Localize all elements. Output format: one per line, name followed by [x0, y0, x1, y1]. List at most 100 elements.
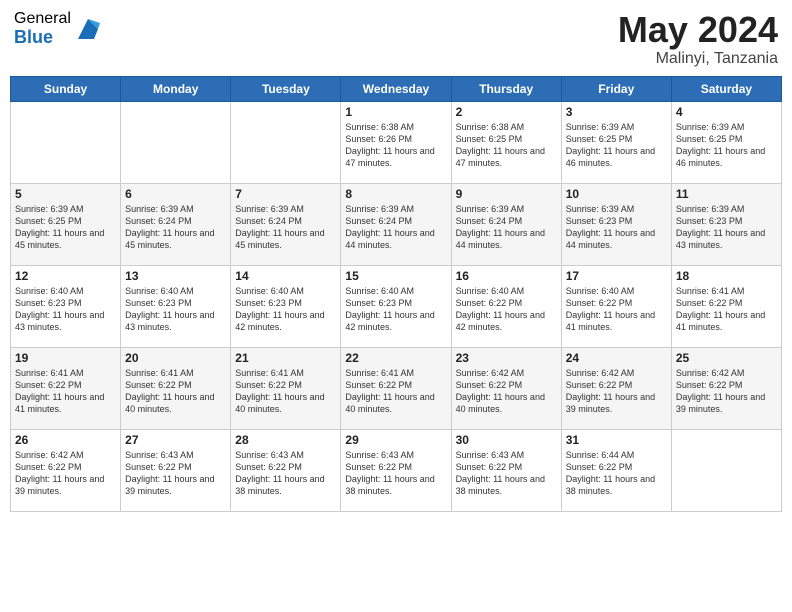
- cell-info: Sunrise: 6:39 AM Sunset: 6:24 PM Dayligh…: [125, 203, 226, 252]
- cell-info: Sunrise: 6:41 AM Sunset: 6:22 PM Dayligh…: [235, 367, 336, 416]
- day-number: 25: [676, 351, 777, 365]
- cal-cell: 5 Sunrise: 6:39 AM Sunset: 6:25 PM Daylig…: [11, 183, 121, 265]
- day-number: 1: [345, 105, 446, 119]
- day-number: 26: [15, 433, 116, 447]
- cell-info: Sunrise: 6:40 AM Sunset: 6:22 PM Dayligh…: [456, 285, 557, 334]
- day-number: 18: [676, 269, 777, 283]
- week-row-2: 12 Sunrise: 6:40 AM Sunset: 6:23 PM Dayli…: [11, 265, 782, 347]
- cal-cell: [121, 101, 231, 183]
- day-number: 23: [456, 351, 557, 365]
- cal-cell: 2 Sunrise: 6:38 AM Sunset: 6:25 PM Daylig…: [451, 101, 561, 183]
- cell-info: Sunrise: 6:40 AM Sunset: 6:23 PM Dayligh…: [15, 285, 116, 334]
- title-block: May 2024 Malinyi, Tanzania: [618, 10, 778, 68]
- day-number: 19: [15, 351, 116, 365]
- day-number: 2: [456, 105, 557, 119]
- cell-info: Sunrise: 6:43 AM Sunset: 6:22 PM Dayligh…: [456, 449, 557, 498]
- logo-general: General: [14, 10, 71, 28]
- cell-info: Sunrise: 6:39 AM Sunset: 6:23 PM Dayligh…: [566, 203, 667, 252]
- cal-cell: 31 Sunrise: 6:44 AM Sunset: 6:22 PM Dayli…: [561, 429, 671, 511]
- cal-cell: 26 Sunrise: 6:42 AM Sunset: 6:22 PM Dayli…: [11, 429, 121, 511]
- cell-info: Sunrise: 6:38 AM Sunset: 6:25 PM Dayligh…: [456, 121, 557, 170]
- header-monday: Monday: [121, 76, 231, 101]
- cal-cell: 24Sunrise: 6:42 AM Sunset: 6:22 PM Dayli…: [561, 347, 671, 429]
- page: General Blue May 2024 Malinyi, Tanzania …: [0, 0, 792, 612]
- cell-info: Sunrise: 6:38 AM Sunset: 6:26 PM Dayligh…: [345, 121, 446, 170]
- week-row-0: 1 Sunrise: 6:38 AM Sunset: 6:26 PM Daylig…: [11, 101, 782, 183]
- day-number: 13: [125, 269, 226, 283]
- cal-cell: 6 Sunrise: 6:39 AM Sunset: 6:24 PM Daylig…: [121, 183, 231, 265]
- header-wednesday: Wednesday: [341, 76, 451, 101]
- day-number: 8: [345, 187, 446, 201]
- header-row: Sunday Monday Tuesday Wednesday Thursday…: [11, 76, 782, 101]
- cal-cell: 16 Sunrise: 6:40 AM Sunset: 6:22 PM Dayli…: [451, 265, 561, 347]
- day-number: 22: [345, 351, 446, 365]
- cal-cell: [231, 101, 341, 183]
- cal-cell: 19 Sunrise: 6:41 AM Sunset: 6:22 PM Dayli…: [11, 347, 121, 429]
- header-tuesday: Tuesday: [231, 76, 341, 101]
- day-number: 31: [566, 433, 667, 447]
- cal-cell: 9 Sunrise: 6:39 AM Sunset: 6:24 PM Daylig…: [451, 183, 561, 265]
- cal-cell: 28 Sunrise: 6:43 AM Sunset: 6:22 PM Dayli…: [231, 429, 341, 511]
- title-month: May 2024: [618, 10, 778, 50]
- cell-info: Sunrise: 6:44 AM Sunset: 6:22 PM Dayligh…: [566, 449, 667, 498]
- cal-cell: 10Sunrise: 6:39 AM Sunset: 6:23 PM Dayli…: [561, 183, 671, 265]
- logo-text: General Blue: [14, 10, 71, 47]
- cal-cell: 22 Sunrise: 6:41 AM Sunset: 6:22 PM Dayli…: [341, 347, 451, 429]
- day-number: 5: [15, 187, 116, 201]
- day-number: 9: [456, 187, 557, 201]
- day-number: 30: [456, 433, 557, 447]
- day-number: 4: [676, 105, 777, 119]
- cal-cell: 4 Sunrise: 6:39 AM Sunset: 6:25 PM Daylig…: [671, 101, 781, 183]
- cell-info: Sunrise: 6:39 AM Sunset: 6:25 PM Dayligh…: [676, 121, 777, 170]
- day-number: 11: [676, 187, 777, 201]
- day-number: 21: [235, 351, 336, 365]
- cal-cell: [11, 101, 121, 183]
- cell-info: Sunrise: 6:41 AM Sunset: 6:22 PM Dayligh…: [345, 367, 446, 416]
- cell-info: Sunrise: 6:42 AM Sunset: 6:22 PM Dayligh…: [15, 449, 116, 498]
- cal-cell: 12 Sunrise: 6:40 AM Sunset: 6:23 PM Dayli…: [11, 265, 121, 347]
- cal-cell: 27Sunrise: 6:43 AM Sunset: 6:22 PM Dayli…: [121, 429, 231, 511]
- cell-info: Sunrise: 6:41 AM Sunset: 6:22 PM Dayligh…: [15, 367, 116, 416]
- cell-info: Sunrise: 6:43 AM Sunset: 6:22 PM Dayligh…: [125, 449, 226, 498]
- week-row-4: 26 Sunrise: 6:42 AM Sunset: 6:22 PM Dayli…: [11, 429, 782, 511]
- cell-info: Sunrise: 6:40 AM Sunset: 6:22 PM Dayligh…: [566, 285, 667, 334]
- day-number: 16: [456, 269, 557, 283]
- cal-cell: 25Sunrise: 6:42 AM Sunset: 6:22 PM Dayli…: [671, 347, 781, 429]
- day-number: 6: [125, 187, 226, 201]
- cal-cell: 13Sunrise: 6:40 AM Sunset: 6:23 PM Dayli…: [121, 265, 231, 347]
- week-row-1: 5 Sunrise: 6:39 AM Sunset: 6:25 PM Daylig…: [11, 183, 782, 265]
- header-sunday: Sunday: [11, 76, 121, 101]
- logo-icon: [74, 15, 102, 43]
- cell-info: Sunrise: 6:39 AM Sunset: 6:24 PM Dayligh…: [456, 203, 557, 252]
- day-number: 12: [15, 269, 116, 283]
- cal-cell: 29Sunrise: 6:43 AM Sunset: 6:22 PM Dayli…: [341, 429, 451, 511]
- cell-info: Sunrise: 6:41 AM Sunset: 6:22 PM Dayligh…: [676, 285, 777, 334]
- cell-info: Sunrise: 6:43 AM Sunset: 6:22 PM Dayligh…: [345, 449, 446, 498]
- header-thursday: Thursday: [451, 76, 561, 101]
- cal-cell: 11 Sunrise: 6:39 AM Sunset: 6:23 PM Dayli…: [671, 183, 781, 265]
- title-location: Malinyi, Tanzania: [618, 50, 778, 68]
- cal-cell: 1 Sunrise: 6:38 AM Sunset: 6:26 PM Daylig…: [341, 101, 451, 183]
- header: General Blue May 2024 Malinyi, Tanzania: [10, 10, 782, 68]
- cal-cell: 7Sunrise: 6:39 AM Sunset: 6:24 PM Daylig…: [231, 183, 341, 265]
- cal-cell: 17Sunrise: 6:40 AM Sunset: 6:22 PM Dayli…: [561, 265, 671, 347]
- logo: General Blue: [14, 10, 102, 47]
- cal-cell: [671, 429, 781, 511]
- cell-info: Sunrise: 6:39 AM Sunset: 6:25 PM Dayligh…: [566, 121, 667, 170]
- cal-cell: 21 Sunrise: 6:41 AM Sunset: 6:22 PM Dayli…: [231, 347, 341, 429]
- cell-info: Sunrise: 6:39 AM Sunset: 6:23 PM Dayligh…: [676, 203, 777, 252]
- cal-cell: 20Sunrise: 6:41 AM Sunset: 6:22 PM Dayli…: [121, 347, 231, 429]
- header-saturday: Saturday: [671, 76, 781, 101]
- cal-cell: 30 Sunrise: 6:43 AM Sunset: 6:22 PM Dayli…: [451, 429, 561, 511]
- cell-info: Sunrise: 6:40 AM Sunset: 6:23 PM Dayligh…: [345, 285, 446, 334]
- cell-info: Sunrise: 6:43 AM Sunset: 6:22 PM Dayligh…: [235, 449, 336, 498]
- day-number: 14: [235, 269, 336, 283]
- day-number: 20: [125, 351, 226, 365]
- day-number: 15: [345, 269, 446, 283]
- week-row-3: 19 Sunrise: 6:41 AM Sunset: 6:22 PM Dayli…: [11, 347, 782, 429]
- cal-cell: 14Sunrise: 6:40 AM Sunset: 6:23 PM Dayli…: [231, 265, 341, 347]
- cell-info: Sunrise: 6:39 AM Sunset: 6:24 PM Dayligh…: [235, 203, 336, 252]
- cell-info: Sunrise: 6:39 AM Sunset: 6:25 PM Dayligh…: [15, 203, 116, 252]
- cal-cell: 3Sunrise: 6:39 AM Sunset: 6:25 PM Daylig…: [561, 101, 671, 183]
- day-number: 28: [235, 433, 336, 447]
